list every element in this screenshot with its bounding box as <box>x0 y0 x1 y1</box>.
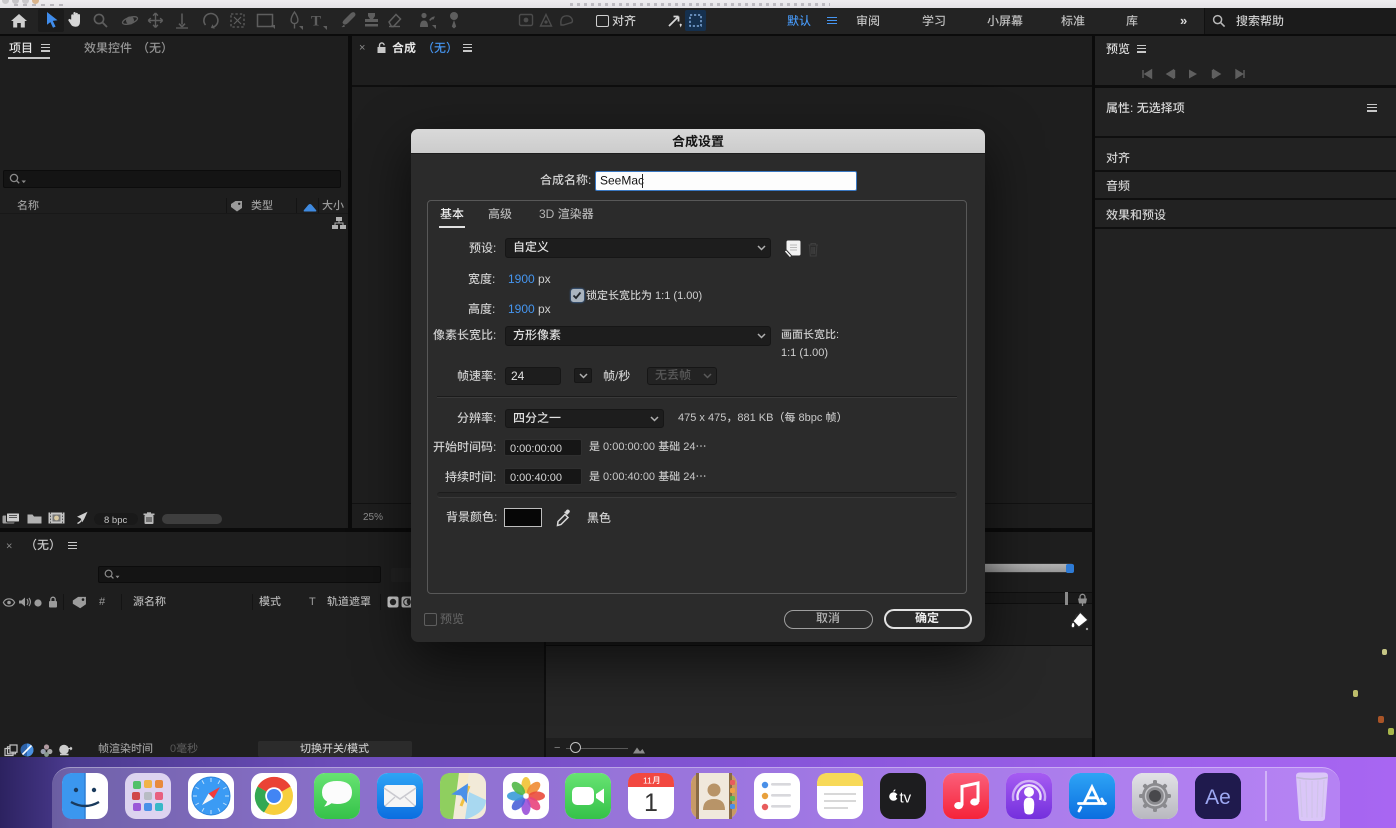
svg-text::: : <box>836 329 839 341</box>
svg-text::: : <box>1130 101 1137 115</box>
svg-text::: : <box>588 173 591 187</box>
svg-text::: : <box>493 411 496 425</box>
svg-text:0:00:40:00: 0:00:40:00 <box>510 472 562 484</box>
svg-text::: : <box>493 369 496 383</box>
svg-text:SeeMac: SeeMac <box>600 174 644 188</box>
svg-text:px: px <box>538 272 551 286</box>
svg-text:3D: 3D <box>539 207 558 221</box>
svg-text:1:1 (1.00): 1:1 (1.00) <box>652 290 702 302</box>
svg-text:8bpc: 8bpc <box>796 412 826 424</box>
svg-text:/: / <box>615 369 619 383</box>
svg-text:24: 24 <box>680 471 695 483</box>
svg-text::: : <box>493 328 496 342</box>
svg-text:1900: 1900 <box>508 272 535 286</box>
svg-text::: : <box>492 272 495 286</box>
svg-text:×: × <box>359 42 365 54</box>
svg-text::: : <box>493 440 496 454</box>
svg-text:×: × <box>6 541 12 553</box>
svg-text:px: px <box>538 302 551 316</box>
svg-text:11: 11 <box>643 776 652 786</box>
svg-text:0:00:00:00: 0:00:00:00 <box>600 441 658 453</box>
svg-text:T: T <box>311 14 321 30</box>
svg-text:#: # <box>99 596 106 608</box>
svg-text:881 KB: 881 KB <box>737 412 773 424</box>
svg-text::: : <box>493 241 496 255</box>
svg-text:24: 24 <box>680 441 695 453</box>
svg-text:−: − <box>554 742 560 754</box>
svg-text:475 x 475: 475 x 475 <box>678 412 726 424</box>
svg-text:T: T <box>309 596 316 608</box>
svg-text:»: » <box>1180 13 1187 28</box>
svg-text:0: 0 <box>170 743 176 755</box>
svg-text::: : <box>493 470 496 484</box>
svg-text:1900: 1900 <box>508 302 535 316</box>
svg-text:0:00:00:00: 0:00:00:00 <box>510 443 562 455</box>
svg-text:25%: 25% <box>363 512 383 523</box>
svg-text:Ae: Ae <box>1205 786 1231 809</box>
svg-text::: : <box>492 302 495 316</box>
svg-text:tv: tv <box>900 790 912 807</box>
svg-text:24: 24 <box>511 369 525 383</box>
svg-text:/: / <box>344 743 348 755</box>
svg-text:1:1 (1.00): 1:1 (1.00) <box>781 347 828 359</box>
svg-text::: : <box>494 510 497 524</box>
svg-text:0:00:40:00: 0:00:40:00 <box>600 471 658 483</box>
svg-text:8 bpc: 8 bpc <box>104 515 127 526</box>
svg-text:1: 1 <box>644 789 658 817</box>
